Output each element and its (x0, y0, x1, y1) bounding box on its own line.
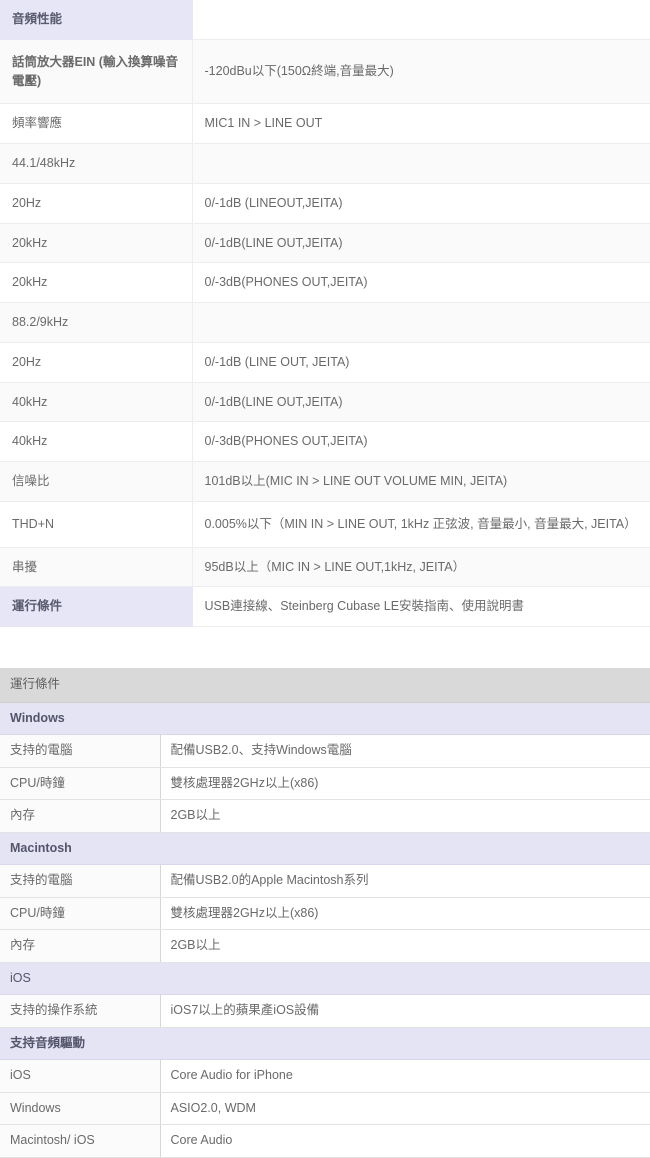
table-row: 44.1/48kHz (0, 143, 650, 184)
spec-value-cell: 0/-3dB(PHONES OUT,JEITA) (192, 262, 650, 303)
table-row: 運行條件 USB連接線、Steinberg Cubase LE安裝指南、使用說明書 (0, 586, 650, 627)
requirements-label-cell: 內存 (0, 929, 161, 963)
requirements-value-cell: Core Audio for iPhone (160, 1059, 650, 1093)
spec-value-cell: 101dB以上(MIC IN > LINE OUT VOLUME MIN, JE… (192, 461, 650, 502)
table-row: Windows ASIO2.0, WDM (0, 1092, 650, 1125)
spec-label-cell: 88.2/9kHz (0, 302, 193, 343)
spec-value-cell (192, 302, 650, 343)
requirements-label-cell: 支持的電腦 (0, 864, 161, 898)
spec-label-cell: 信噪比 (0, 461, 193, 502)
table-row: 40kHz 0/-3dB(PHONES OUT,JEITA) (0, 421, 650, 462)
spec-value-cell: 0/-1dB (LINEOUT,JEITA) (192, 183, 650, 224)
spec-label-cell: 40kHz (0, 382, 193, 423)
table-row: 88.2/9kHz (0, 302, 650, 343)
table-row: 20kHz 0/-1dB(LINE OUT,JEITA) (0, 223, 650, 264)
table-row: 20kHz 0/-3dB(PHONES OUT,JEITA) (0, 262, 650, 303)
table-row: 內存 2GB以上 (0, 799, 650, 833)
requirements-section-header-cell: Windows (0, 702, 650, 735)
spec-label-cell: 20kHz (0, 262, 193, 303)
table-row: Macintosh/ iOS Core Audio (0, 1124, 650, 1158)
spec-label-cell: 44.1/48kHz (0, 143, 193, 184)
operating-requirements-table: 運行條件 Windows 支持的電腦 配備USB2.0、支持Windows電腦 CPU/… (0, 668, 650, 1158)
requirements-label-cell: Windows (0, 1092, 161, 1125)
spec-value-cell: 0/-1dB(LINE OUT,JEITA) (192, 382, 650, 423)
requirements-value-cell: ASIO2.0, WDM (160, 1092, 650, 1125)
spec-label-cell: 20Hz (0, 183, 193, 224)
spec-value-cell: 0.005%以下（MIN IN > LINE OUT, 1kHz 正弦波, 音量… (192, 501, 650, 548)
table-row: THD+N 0.005%以下（MIN IN > LINE OUT, 1kHz 正弦… (0, 501, 650, 548)
requirements-value-cell: 雙核處理器2GHz以上(x86) (160, 767, 650, 800)
table-row: 支持的操作系統 iOS7以上的蘋果產iOS設備 (0, 994, 650, 1028)
audio-spec-table-body: 音頻性能 話筒放大器EIN (輸入換算噪音電壓) -120dBu以下(150Ω終端,… (0, 0, 650, 627)
table-separator-gap (0, 627, 650, 668)
spec-label-cell: 20kHz (0, 223, 193, 264)
spec-label-cell: 音頻性能 (0, 0, 193, 40)
table-row: 20Hz 0/-1dB (LINEOUT,JEITA) (0, 183, 650, 224)
spec-label-cell: 20Hz (0, 342, 193, 383)
requirements-label-cell: CPU/時鐘 (0, 897, 161, 930)
table-row: 內存 2GB以上 (0, 929, 650, 963)
table-row: 支持的電腦 配備USB2.0的Apple Macintosh系列 (0, 864, 650, 898)
table-row: 20Hz 0/-1dB (LINE OUT, JEITA) (0, 342, 650, 383)
requirements-value-cell: 2GB以上 (160, 799, 650, 833)
spec-page: 音頻性能 話筒放大器EIN (輸入換算噪音電壓) -120dBu以下(150Ω終端,… (0, 0, 650, 1158)
spec-label-cell: THD+N (0, 501, 193, 548)
table-row: iOS Core Audio for iPhone (0, 1059, 650, 1093)
audio-spec-table: 音頻性能 話筒放大器EIN (輸入換算噪音電壓) -120dBu以下(150Ω終端,… (0, 0, 650, 627)
table-row: 支持音頻驅動 (0, 1027, 650, 1060)
spec-value-cell: USB連接線、Steinberg Cubase LE安裝指南、使用說明書 (192, 586, 650, 627)
requirements-label-cell: iOS (0, 1059, 161, 1093)
requirements-label-cell: 支持的電腦 (0, 734, 161, 768)
requirements-value-cell: Core Audio (160, 1124, 650, 1158)
table-row: 音頻性能 (0, 0, 650, 40)
table-row: 運行條件 (0, 668, 650, 703)
table-row: Macintosh (0, 832, 650, 865)
requirements-section-header-cell: Macintosh (0, 832, 650, 865)
spec-value-cell: 95dB以上（MIC IN > LINE OUT,1kHz, JEITA） (192, 547, 650, 588)
spec-value-cell: 0/-3dB(PHONES OUT,JEITA) (192, 421, 650, 462)
requirements-label-cell: 內存 (0, 799, 161, 833)
requirements-label-cell: 支持的操作系統 (0, 994, 161, 1028)
requirements-value-cell: iOS7以上的蘋果產iOS設備 (160, 994, 650, 1028)
requirements-value-cell: 配備USB2.0、支持Windows電腦 (160, 734, 650, 768)
spec-label-cell: 頻率響應 (0, 103, 193, 144)
requirements-value-cell: 配備USB2.0的Apple Macintosh系列 (160, 864, 650, 898)
spec-label-cell: 串擾 (0, 547, 193, 588)
table-row: 話筒放大器EIN (輸入換算噪音電壓) -120dBu以下(150Ω終端,音量最大… (0, 39, 650, 105)
table-row: CPU/時鐘 雙核處理器2GHz以上(x86) (0, 897, 650, 930)
spec-label-cell: 話筒放大器EIN (輸入換算噪音電壓) (0, 39, 193, 105)
table-row: 40kHz 0/-1dB(LINE OUT,JEITA) (0, 382, 650, 423)
spec-label-cell: 運行條件 (0, 586, 193, 627)
spec-value-cell: 0/-1dB (LINE OUT, JEITA) (192, 342, 650, 383)
table-row: 支持的電腦 配備USB2.0、支持Windows電腦 (0, 734, 650, 768)
spec-value-cell: MIC1 IN > LINE OUT (192, 103, 650, 144)
requirements-value-cell: 雙核處理器2GHz以上(x86) (160, 897, 650, 930)
table-row: CPU/時鐘 雙核處理器2GHz以上(x86) (0, 767, 650, 800)
requirements-title-cell: 運行條件 (0, 668, 650, 703)
spec-value-cell: 0/-1dB(LINE OUT,JEITA) (192, 223, 650, 264)
requirements-value-cell: 2GB以上 (160, 929, 650, 963)
spec-value-cell (192, 0, 650, 40)
requirements-section-header-cell: 支持音頻驅動 (0, 1027, 650, 1060)
table-row: 信噪比 101dB以上(MIC IN > LINE OUT VOLUME MIN,… (0, 461, 650, 502)
table-row: Windows (0, 702, 650, 735)
table-row: 串擾 95dB以上（MIC IN > LINE OUT,1kHz, JEITA） (0, 547, 650, 588)
spec-value-cell: -120dBu以下(150Ω終端,音量最大) (192, 39, 650, 105)
operating-requirements-table-body: 運行條件 Windows 支持的電腦 配備USB2.0、支持Windows電腦 CPU/… (0, 668, 650, 1158)
requirements-label-cell: CPU/時鐘 (0, 767, 161, 800)
spec-value-cell (192, 143, 650, 184)
requirements-label-cell: Macintosh/ iOS (0, 1124, 161, 1158)
spec-label-cell: 40kHz (0, 421, 193, 462)
table-row: 頻率響應 MIC1 IN > LINE OUT (0, 103, 650, 144)
